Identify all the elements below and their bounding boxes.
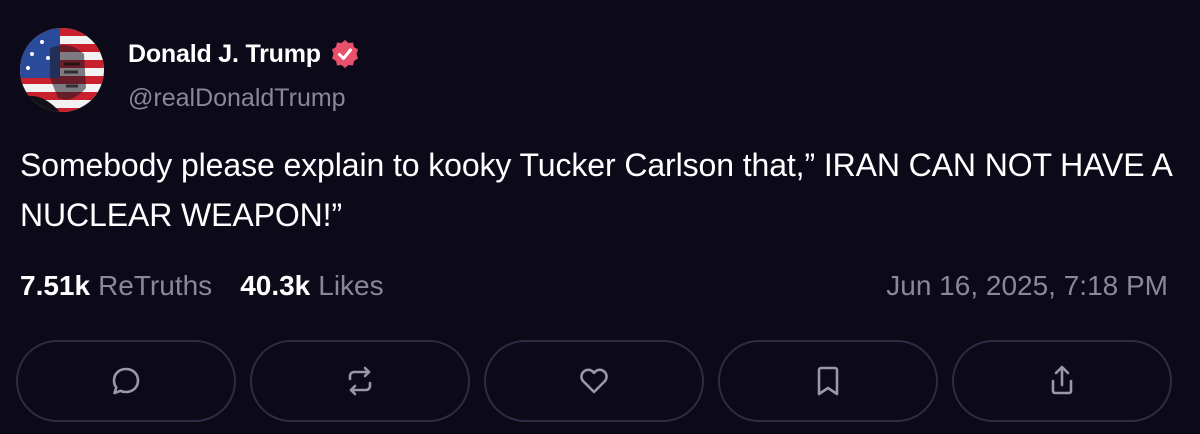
reply-button[interactable] [16,340,236,422]
heart-icon [580,368,608,394]
action-bar [16,340,1172,426]
post-card: Donald J. Trump @realDonaldTrump Somebod… [0,0,1200,434]
retruths-count: 7.51k [20,270,91,301]
repost-icon [348,366,372,396]
likes-stat[interactable]: 40.3k Likes [240,270,383,302]
share-icon [1051,365,1073,395]
bookmark-button[interactable] [718,340,938,422]
like-button[interactable] [484,340,704,422]
post-text: Somebody please explain to kooky Tucker … [20,147,1172,233]
likes-label: Likes [318,270,384,301]
stats-row: 7.51k ReTruths 40.3k Likes Jun 16, 2025,… [20,266,1168,306]
author-display-name[interactable]: Donald J. Trump [128,40,321,69]
avatar-flag-portrait-icon [20,28,104,112]
bookmark-icon [817,366,839,396]
retruths-stat[interactable]: 7.51k ReTruths [20,270,212,302]
author-handle[interactable]: @realDonaldTrump [128,84,346,113]
likes-count: 40.3k [240,270,311,301]
retruth-button[interactable] [250,340,470,422]
share-button[interactable] [952,340,1172,422]
post-timestamp[interactable]: Jun 16, 2025, 7:18 PM [886,270,1168,302]
avatar[interactable] [20,28,104,112]
retruths-label: ReTruths [98,270,213,301]
comment-icon [112,367,140,395]
author-name-row: Donald J. Trump [128,38,361,70]
verified-badge-icon [329,38,361,70]
